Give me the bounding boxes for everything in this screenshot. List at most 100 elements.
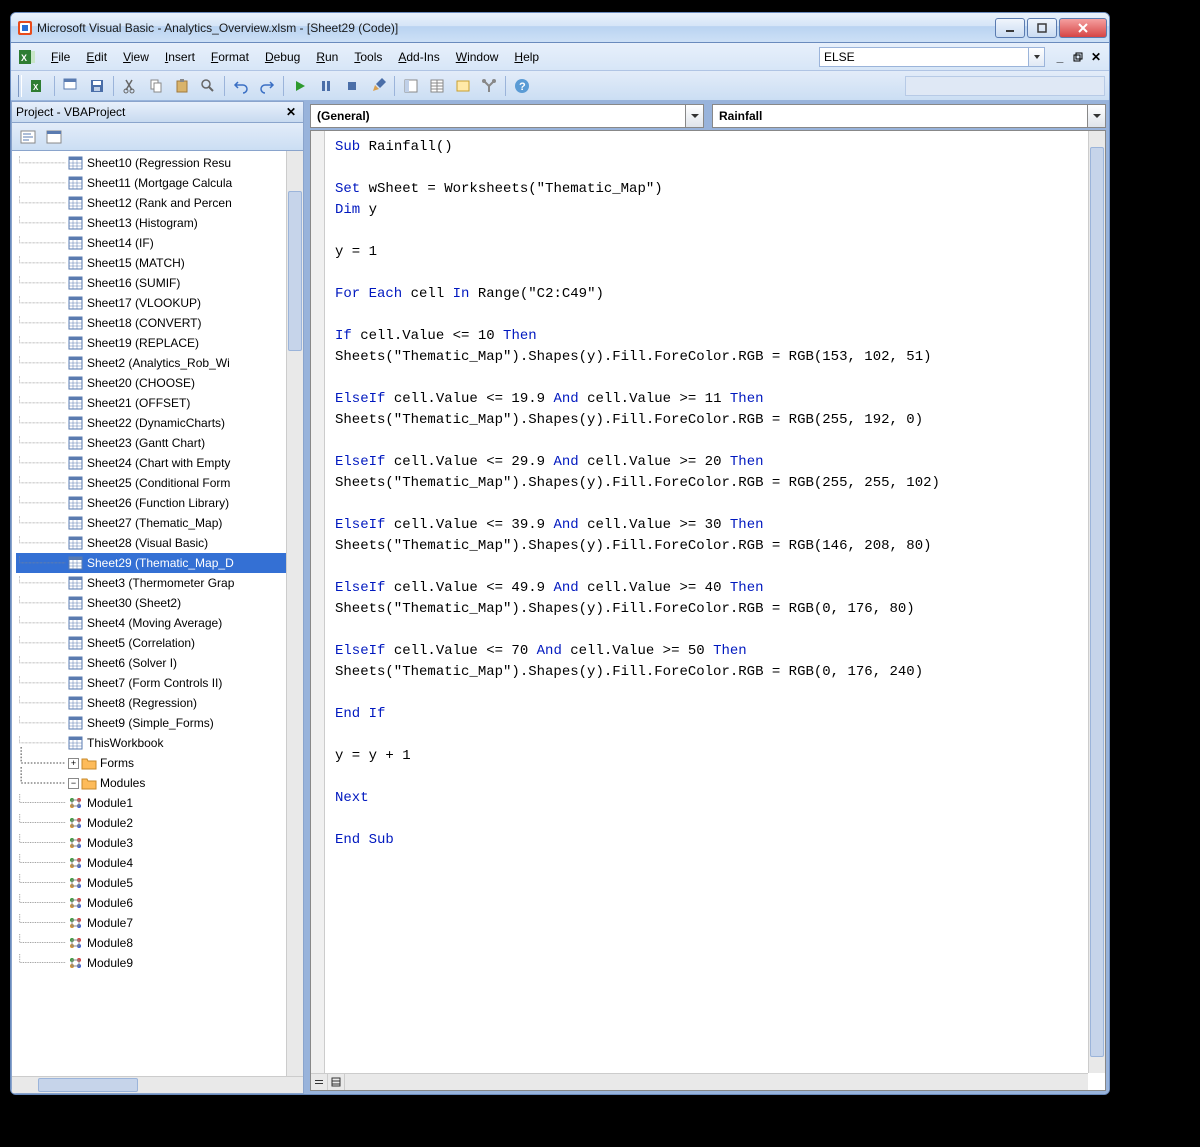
- tree-item-label: Sheet24 (Chart with Empty: [87, 456, 230, 470]
- project-explorer-icon[interactable]: [399, 74, 423, 98]
- tree-module-item[interactable]: Module4: [16, 853, 303, 873]
- toggle-folders-icon[interactable]: [68, 126, 92, 148]
- procedure-view-icon[interactable]: [311, 1074, 328, 1090]
- tree-sheet-item[interactable]: Sheet7 (Form Controls II): [16, 673, 303, 693]
- excel-host-icon[interactable]: X: [17, 47, 37, 67]
- design-mode-icon[interactable]: [366, 74, 390, 98]
- undo-icon[interactable]: [229, 74, 253, 98]
- copy-icon[interactable]: [144, 74, 168, 98]
- reset-icon[interactable]: [340, 74, 364, 98]
- editor-hscrollbar[interactable]: [311, 1073, 1088, 1090]
- menu-tools[interactable]: Tools: [346, 47, 390, 67]
- help-icon[interactable]: ?: [510, 74, 534, 98]
- chevron-down-icon[interactable]: [686, 104, 704, 128]
- tree-sheet-item[interactable]: Sheet22 (DynamicCharts): [16, 413, 303, 433]
- tree-sheet-item[interactable]: Sheet18 (CONVERT): [16, 313, 303, 333]
- tree-sheet-item[interactable]: Sheet27 (Thematic_Map): [16, 513, 303, 533]
- tree-sheet-item[interactable]: Sheet21 (OFFSET): [16, 393, 303, 413]
- find-icon[interactable]: [196, 74, 220, 98]
- tree-sheet-item[interactable]: Sheet25 (Conditional Form: [16, 473, 303, 493]
- save-icon[interactable]: [85, 74, 109, 98]
- toolbox-icon[interactable]: [477, 74, 501, 98]
- menu-add-ins[interactable]: Add-Ins: [390, 47, 447, 67]
- tree-sheet-item[interactable]: Sheet3 (Thermometer Grap: [16, 573, 303, 593]
- tree-sheet-item[interactable]: Sheet28 (Visual Basic): [16, 533, 303, 553]
- tree-module-item[interactable]: Module8: [16, 933, 303, 953]
- tree-sheet-item[interactable]: Sheet13 (Histogram): [16, 213, 303, 233]
- tree-sheet-item[interactable]: Sheet19 (REPLACE): [16, 333, 303, 353]
- mdi-close-button[interactable]: ✕: [1087, 49, 1105, 65]
- help-search-input[interactable]: [819, 47, 1029, 67]
- tree-sheet-item[interactable]: Sheet2 (Analytics_Rob_Wi: [16, 353, 303, 373]
- title-bar: Microsoft Visual Basic - Analytics_Overv…: [11, 13, 1109, 43]
- tree-module-item[interactable]: Module1: [16, 793, 303, 813]
- project-explorer-toolbar: [11, 123, 304, 151]
- tree-item-label: Sheet3 (Thermometer Grap: [87, 576, 234, 590]
- maximize-button[interactable]: [1027, 18, 1057, 38]
- view-excel-icon[interactable]: X: [26, 74, 50, 98]
- chevron-down-icon[interactable]: [1088, 104, 1106, 128]
- mdi-minimize-button[interactable]: _: [1051, 49, 1069, 65]
- tree-sheet-item[interactable]: Sheet4 (Moving Average): [16, 613, 303, 633]
- tree-modules-folder[interactable]: −Modules: [16, 773, 303, 793]
- run-icon[interactable]: [288, 74, 312, 98]
- tree-sheet-item[interactable]: Sheet30 (Sheet2): [16, 593, 303, 613]
- tree-sheet-item[interactable]: Sheet10 (Regression Resu: [16, 153, 303, 173]
- redo-icon[interactable]: [255, 74, 279, 98]
- tree-module-item[interactable]: Module5: [16, 873, 303, 893]
- tree-sheet-item[interactable]: Sheet29 (Thematic_Map_D: [16, 553, 303, 573]
- tree-module-item[interactable]: Module7: [16, 913, 303, 933]
- tree-sheet-item[interactable]: Sheet16 (SUMIF): [16, 273, 303, 293]
- menu-window[interactable]: Window: [448, 47, 507, 67]
- tree-sheet-item[interactable]: Sheet15 (MATCH): [16, 253, 303, 273]
- view-code-icon[interactable]: [16, 126, 40, 148]
- tree-sheet-item[interactable]: Sheet17 (VLOOKUP): [16, 293, 303, 313]
- tree-sheet-item[interactable]: Sheet9 (Simple_Forms): [16, 713, 303, 733]
- view-object-icon[interactable]: [42, 126, 66, 148]
- toolbar-grip[interactable]: [18, 75, 22, 97]
- tree-sheet-item[interactable]: Sheet5 (Correlation): [16, 633, 303, 653]
- menu-edit[interactable]: Edit: [78, 47, 115, 67]
- tree-module-item[interactable]: Module3: [16, 833, 303, 853]
- menu-format[interactable]: Format: [203, 47, 257, 67]
- paste-icon[interactable]: [170, 74, 194, 98]
- tree-sheet-item[interactable]: Sheet24 (Chart with Empty: [16, 453, 303, 473]
- editor-vscrollbar[interactable]: [1088, 131, 1105, 1073]
- properties-window-icon[interactable]: [425, 74, 449, 98]
- close-button[interactable]: [1059, 18, 1107, 38]
- tree-sheet-item[interactable]: Sheet11 (Mortgage Calcula: [16, 173, 303, 193]
- object-browser-icon[interactable]: [451, 74, 475, 98]
- tree-sheet-item[interactable]: Sheet20 (CHOOSE): [16, 373, 303, 393]
- tree-sheet-item[interactable]: Sheet14 (IF): [16, 233, 303, 253]
- tree-module-item[interactable]: Module9: [16, 953, 303, 973]
- project-explorer-close-icon[interactable]: ✕: [283, 104, 299, 120]
- mdi-restore-button[interactable]: [1069, 49, 1087, 65]
- menu-run[interactable]: Run: [308, 47, 346, 67]
- cut-icon[interactable]: [118, 74, 142, 98]
- full-module-view-icon[interactable]: [328, 1074, 345, 1090]
- tree-sheet-item[interactable]: Sheet6 (Solver I): [16, 653, 303, 673]
- minimize-button[interactable]: [995, 18, 1025, 38]
- object-dropdown-value[interactable]: [310, 104, 686, 128]
- tree-module-item[interactable]: Module6: [16, 893, 303, 913]
- tree-sheet-item[interactable]: Sheet23 (Gantt Chart): [16, 433, 303, 453]
- tree-sheet-item[interactable]: Sheet26 (Function Library): [16, 493, 303, 513]
- menu-debug[interactable]: Debug: [257, 47, 308, 67]
- tree-sheet-item[interactable]: Sheet8 (Regression): [16, 693, 303, 713]
- project-tree-vscrollbar[interactable]: [286, 151, 303, 1093]
- help-search-dropdown[interactable]: [1029, 47, 1045, 67]
- procedure-dropdown-value[interactable]: [712, 104, 1088, 128]
- insert-userform-icon[interactable]: [59, 74, 83, 98]
- menu-insert[interactable]: Insert: [157, 47, 203, 67]
- project-tree-hscrollbar[interactable]: [12, 1076, 303, 1093]
- tree-module-item[interactable]: Module2: [16, 813, 303, 833]
- tree-sheet-item[interactable]: Sheet12 (Rank and Percen: [16, 193, 303, 213]
- menu-file[interactable]: File: [43, 47, 78, 67]
- object-dropdown[interactable]: [310, 104, 704, 128]
- break-icon[interactable]: [314, 74, 338, 98]
- menu-help[interactable]: Help: [506, 47, 547, 67]
- procedure-dropdown[interactable]: [712, 104, 1106, 128]
- menu-view[interactable]: View: [115, 47, 157, 67]
- code-editor[interactable]: Sub Rainfall() Set wSheet = Worksheets("…: [310, 130, 1106, 1091]
- editor-margin[interactable]: [311, 131, 325, 1073]
